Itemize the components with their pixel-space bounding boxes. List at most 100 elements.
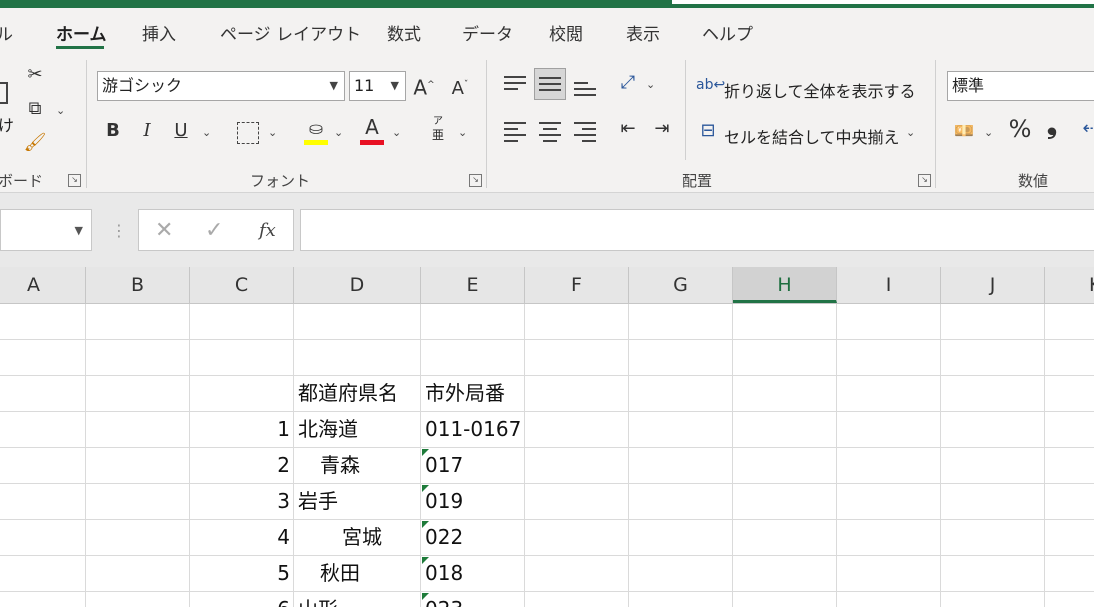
- cell-c-number[interactable]: 1: [240, 411, 290, 447]
- tab-data[interactable]: データ: [462, 20, 513, 45]
- cell-e-code[interactable]: 017: [425, 447, 463, 483]
- formula-bar: ▼ ⋮ ✕ ✓ fx: [0, 193, 1094, 267]
- underline-dropdown-icon[interactable]: ⌄: [202, 126, 211, 139]
- cell-e-code[interactable]: 023: [425, 591, 463, 607]
- wrap-text-button[interactable]: 折り返して全体を表示する: [724, 78, 916, 102]
- shrink-font-button[interactable]: Aˇ: [448, 70, 472, 104]
- tab-file-partial[interactable]: ル: [0, 20, 13, 45]
- tab-insert[interactable]: 挿入: [142, 20, 176, 45]
- align-center-icon[interactable]: [539, 122, 561, 142]
- font-color-swatch: [360, 140, 384, 145]
- cell-e-code[interactable]: 011-0167: [425, 411, 521, 447]
- chevron-down-icon: ▼: [74, 224, 83, 237]
- column-header-d[interactable]: D: [294, 267, 421, 303]
- column-header-c[interactable]: C: [190, 267, 294, 303]
- font-launcher-icon[interactable]: ↘: [469, 174, 482, 187]
- number-format-value: 標準: [952, 76, 985, 95]
- underline-button[interactable]: U: [170, 116, 192, 146]
- cell-c-number[interactable]: 4: [240, 519, 290, 555]
- cell-d-prefecture[interactable]: 青森: [320, 447, 360, 483]
- grow-font-button[interactable]: A^: [412, 70, 436, 103]
- cell-e-code[interactable]: 018: [425, 555, 463, 591]
- orientation-dropdown-icon[interactable]: ⌄: [646, 78, 655, 91]
- column-header-h[interactable]: H: [733, 267, 837, 303]
- orientation-icon[interactable]: ⤢: [614, 68, 642, 98]
- name-box[interactable]: ▼: [0, 209, 92, 251]
- enter-icon[interactable]: ✓: [205, 218, 223, 243]
- font-size-value: 11: [354, 76, 375, 95]
- align-top-icon[interactable]: [504, 74, 526, 94]
- borders-icon[interactable]: [237, 122, 259, 144]
- align-middle-button[interactable]: [534, 68, 566, 100]
- tab-review[interactable]: 校閲: [549, 20, 583, 45]
- increase-indent-icon[interactable]: ⇥: [648, 114, 676, 144]
- phonetic-guide-button[interactable]: ア 亜: [429, 116, 447, 142]
- phonetic-dropdown-icon[interactable]: ⌄: [458, 126, 467, 139]
- column-header-f[interactable]: F: [525, 267, 629, 303]
- tab-page-layout[interactable]: ページ レイアウト: [220, 20, 361, 45]
- insert-function-icon[interactable]: fx: [259, 220, 276, 241]
- column-header-b[interactable]: B: [86, 267, 190, 303]
- grow-font-icon: A: [413, 75, 428, 100]
- formula-bar-grip-icon[interactable]: ⋮: [111, 221, 127, 240]
- font-name-select[interactable]: 游ゴシック ▼: [97, 71, 345, 101]
- number-format-select[interactable]: 標準: [947, 71, 1094, 101]
- merge-dropdown-icon[interactable]: ⌄: [906, 126, 915, 139]
- fill-color-dropdown-icon[interactable]: ⌄: [334, 126, 343, 139]
- column-header-j[interactable]: J: [941, 267, 1045, 303]
- accounting-dropdown-icon[interactable]: ⌄: [984, 126, 993, 139]
- font-size-select[interactable]: 11 ▼: [349, 71, 406, 101]
- column-header-i[interactable]: I: [837, 267, 941, 303]
- cell-e-code[interactable]: 022: [425, 519, 463, 555]
- cell-d-prefecture[interactable]: 岩手: [298, 483, 338, 519]
- worksheet-grid[interactable]: 都道府県名 市外局番 1 北海道 011-0167 2 青森 017 3 岩手 …: [0, 304, 1094, 607]
- copy-icon[interactable]: ⧉: [22, 94, 48, 124]
- borders-dropdown-icon[interactable]: ⌄: [268, 126, 277, 139]
- cell-c-number[interactable]: 6: [240, 591, 290, 607]
- cell-c-number[interactable]: 2: [240, 447, 290, 483]
- cancel-icon[interactable]: ✕: [155, 218, 173, 243]
- comma-style-button[interactable]: ❟: [1040, 110, 1064, 140]
- column-header-a[interactable]: A: [0, 267, 86, 303]
- tab-formulas[interactable]: 数式: [387, 20, 421, 45]
- merge-center-button[interactable]: セルを結合して中央揃え: [724, 124, 900, 148]
- alignment-launcher-icon[interactable]: ↘: [918, 174, 931, 187]
- cell-c-number[interactable]: 5: [240, 555, 290, 591]
- cell-d-prefecture[interactable]: 宮城: [342, 519, 382, 555]
- tab-home[interactable]: ホーム: [56, 20, 107, 45]
- cut-icon[interactable]: ✂: [22, 60, 48, 90]
- align-left-icon[interactable]: [504, 122, 526, 142]
- cell-d-prefecture[interactable]: 山形: [298, 591, 338, 607]
- clipboard-launcher-icon[interactable]: ↘: [68, 174, 81, 187]
- column-header-g[interactable]: G: [629, 267, 733, 303]
- ribbon: け ✂ ⧉ ⌄ 🖌 ボード ↘ 游ゴシック ▼ 11 ▼ A^ Aˇ B I U…: [0, 52, 1094, 193]
- cell-c-number[interactable]: 3: [240, 483, 290, 519]
- tab-help[interactable]: ヘルプ: [702, 20, 753, 45]
- cell-e-code[interactable]: 019: [425, 483, 463, 519]
- italic-button[interactable]: I: [136, 116, 158, 146]
- formula-input[interactable]: [300, 209, 1094, 251]
- merge-center-icon[interactable]: ⊟: [696, 116, 720, 146]
- increase-decimal-icon-partial[interactable]: ⇠: [1080, 114, 1094, 144]
- formula-buttons: ✕ ✓ fx: [138, 209, 294, 251]
- wrap-text-icon[interactable]: ab↩: [696, 70, 725, 100]
- bold-button[interactable]: B: [102, 116, 124, 146]
- cell-d-prefecture[interactable]: 北海道: [298, 411, 358, 447]
- align-bottom-icon[interactable]: [574, 78, 596, 98]
- paste-icon[interactable]: [0, 82, 8, 104]
- phonetic-top: ア: [433, 116, 443, 127]
- cell-e-header[interactable]: 市外局番: [425, 375, 505, 411]
- percent-style-button[interactable]: %: [1006, 114, 1034, 144]
- font-color-button[interactable]: A: [360, 112, 384, 142]
- decrease-indent-icon[interactable]: ⇤: [614, 114, 642, 144]
- column-header-e[interactable]: E: [421, 267, 525, 303]
- align-right-icon[interactable]: [574, 122, 596, 142]
- cell-d-prefecture[interactable]: 秋田: [320, 555, 360, 591]
- cell-d-header[interactable]: 都道府県名: [298, 375, 398, 411]
- copy-dropdown-icon[interactable]: ⌄: [56, 104, 65, 117]
- column-header-k[interactable]: K: [1045, 267, 1094, 303]
- font-color-dropdown-icon[interactable]: ⌄: [392, 126, 401, 139]
- tab-view[interactable]: 表示: [626, 20, 660, 45]
- format-painter-icon[interactable]: 🖌: [22, 128, 48, 158]
- accounting-format-icon[interactable]: 💴: [950, 116, 978, 146]
